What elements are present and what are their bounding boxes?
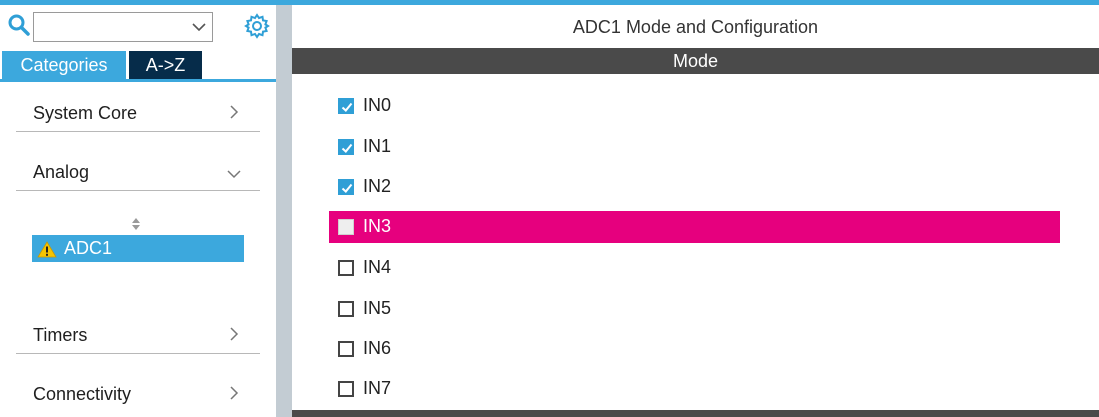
- category-label: Timers: [33, 325, 88, 345]
- search-input[interactable]: [38, 16, 178, 38]
- search-icon[interactable]: [7, 13, 31, 37]
- mode-section-header[interactable]: Mode: [292, 48, 1099, 74]
- peripheral-item-adc1[interactable]: ADC1: [32, 235, 244, 262]
- channel-label: IN0: [363, 95, 392, 115]
- category-label: Analog: [33, 162, 90, 182]
- gear-icon[interactable]: [244, 13, 270, 39]
- checkbox[interactable]: [338, 98, 354, 114]
- warning-icon: [37, 241, 57, 258]
- channel-label: IN3: [363, 216, 392, 236]
- checkbox[interactable]: [338, 381, 354, 397]
- category-label: Connectivity: [33, 384, 132, 404]
- category-connectivity[interactable]: Connectivity: [16, 382, 260, 412]
- checkbox[interactable]: [338, 219, 354, 235]
- tab-a-to-z[interactable]: A->Z: [129, 51, 202, 79]
- category-system-core[interactable]: System Core: [16, 101, 260, 132]
- checkbox[interactable]: [338, 179, 354, 195]
- category-tabs: Categories A->Z: [0, 51, 276, 79]
- channel-label: IN1: [363, 136, 392, 156]
- checkbox[interactable]: [338, 341, 354, 357]
- channel-label: IN5: [363, 298, 392, 318]
- tab-categories[interactable]: Categories: [2, 51, 126, 79]
- checkbox[interactable]: [338, 301, 354, 317]
- category-analog[interactable]: Analog: [16, 160, 260, 191]
- chevron-down-icon[interactable]: [192, 21, 206, 33]
- chevron-right-icon: [230, 386, 239, 400]
- channel-row-in4[interactable]: IN4: [329, 252, 1060, 284]
- channel-row-in5[interactable]: IN5: [329, 293, 1060, 325]
- chevron-down-icon: [227, 170, 241, 179]
- section-footer-bar: [292, 410, 1099, 417]
- channel-label: IN6: [363, 338, 392, 358]
- checkbox[interactable]: [338, 139, 354, 155]
- checkbox[interactable]: [338, 260, 354, 276]
- channel-label: IN4: [363, 257, 392, 277]
- tab-underline: [0, 79, 276, 82]
- chevron-right-icon: [230, 327, 239, 341]
- channel-row-in1[interactable]: IN1: [329, 131, 1060, 163]
- category-timers[interactable]: Timers: [16, 323, 260, 354]
- channel-row-in3[interactable]: IN3: [329, 211, 1060, 243]
- category-label: System Core: [33, 103, 138, 123]
- channel-row-in7[interactable]: IN7: [329, 373, 1060, 403]
- left-panel: Categories A->Z System Core Analog ADC1 …: [0, 5, 276, 417]
- channel-row-in2[interactable]: IN2: [329, 171, 1060, 203]
- sort-icon[interactable]: [131, 216, 141, 232]
- panel-splitter[interactable]: [276, 5, 292, 417]
- search-combobox[interactable]: [33, 12, 213, 42]
- chevron-right-icon: [230, 105, 239, 119]
- channel-row-in0[interactable]: IN0: [329, 90, 1060, 122]
- channel-label: IN2: [363, 176, 392, 196]
- peripheral-label: ADC1: [64, 238, 113, 258]
- configuration-panel: ADC1 Mode and Configuration Mode IN0 IN1…: [292, 5, 1099, 417]
- checkmark-icon: [341, 183, 353, 193]
- panel-title: ADC1 Mode and Configuration: [572, 17, 819, 37]
- checkmark-icon: [341, 143, 353, 153]
- channel-label: IN7: [363, 378, 392, 398]
- checkmark-icon: [341, 102, 353, 112]
- channel-row-in6[interactable]: IN6: [329, 333, 1060, 365]
